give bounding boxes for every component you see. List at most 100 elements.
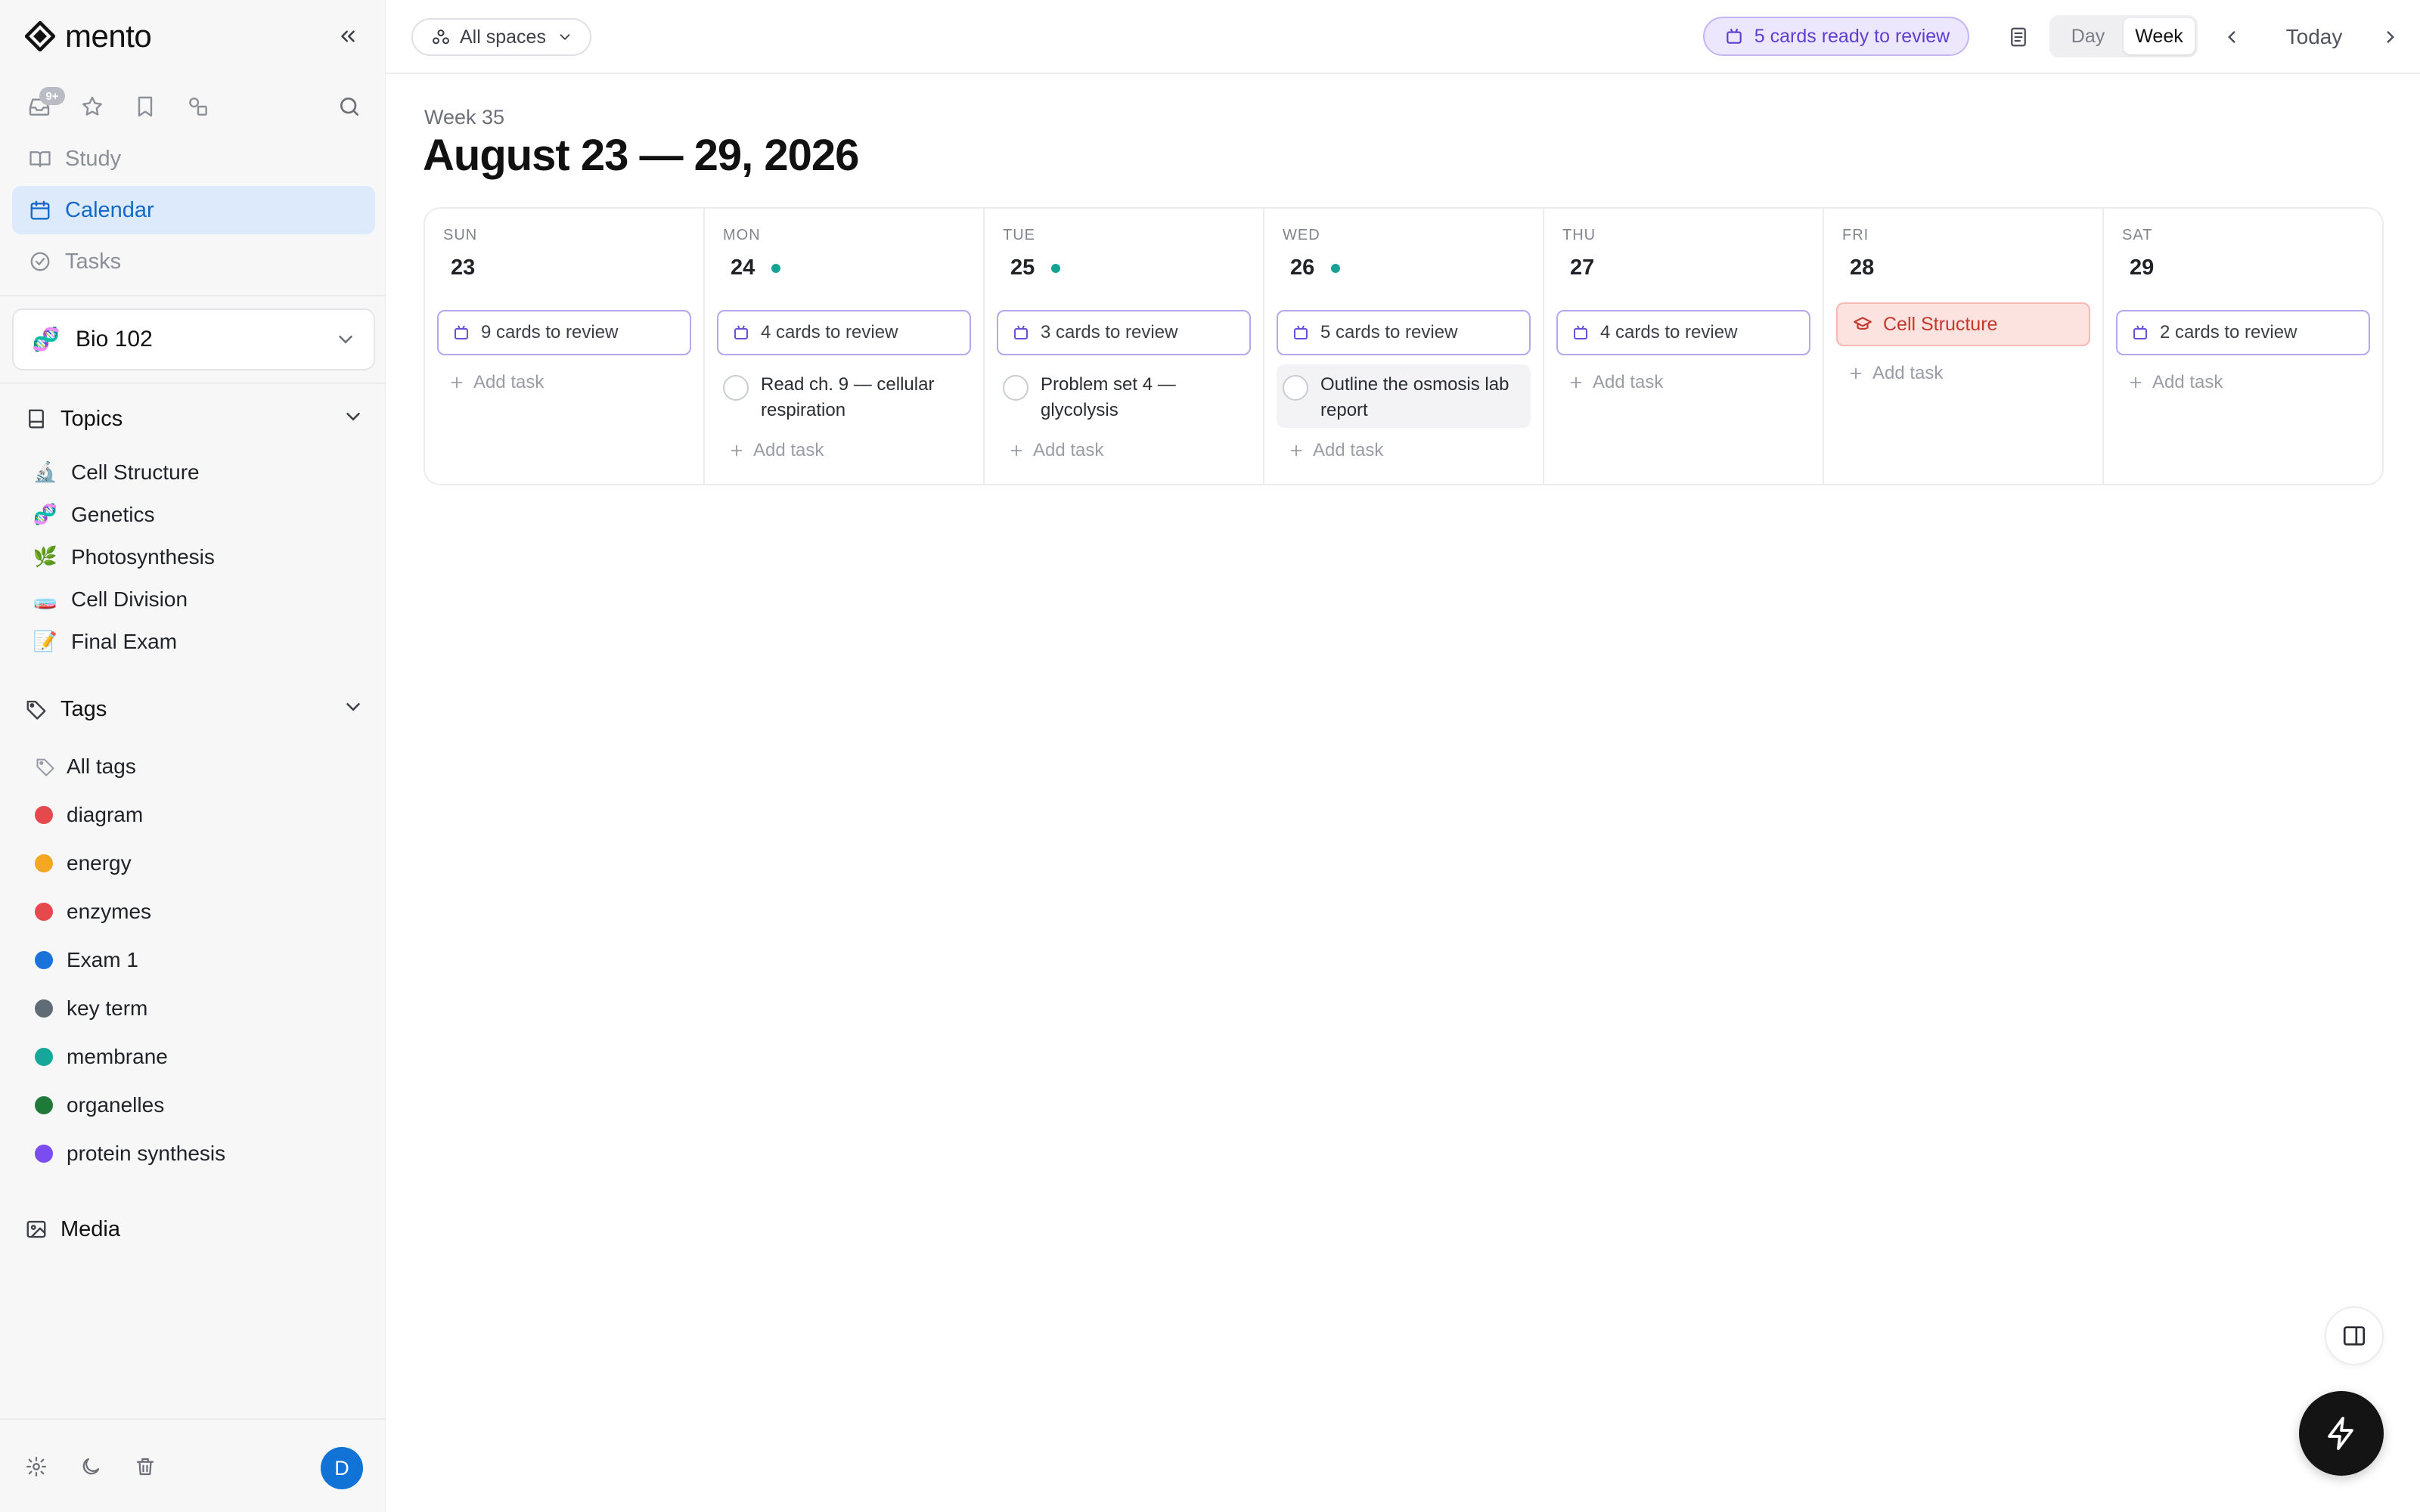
add-task-button[interactable]: Add task (1845, 360, 1943, 387)
task-checkbox[interactable] (723, 375, 749, 401)
tag-item[interactable]: membrane (35, 1037, 168, 1077)
tag-color-dot (35, 999, 53, 1018)
topic-item[interactable]: 🧬 Genetics (30, 496, 155, 534)
nav-calendar[interactable]: Calendar (12, 186, 375, 234)
avatar[interactable]: D (321, 1447, 363, 1489)
cards-icon (2130, 322, 2151, 343)
app-name: mento (65, 18, 152, 54)
day-number[interactable]: 26 (1290, 256, 1341, 280)
topic-item[interactable]: 📝 Final Exam (30, 623, 177, 661)
ready-to-review-button[interactable]: 5 cards ready to review (1703, 17, 1969, 56)
day-of-week: SAT (2122, 227, 2153, 243)
add-task-label: Add task (1593, 372, 1664, 392)
task-item[interactable]: Problem set 4 — glycolysis (997, 364, 1251, 428)
task-item[interactable]: Outline the osmosis lab report (1277, 364, 1531, 428)
view-day-tab[interactable]: Day (2052, 18, 2124, 54)
tag-item[interactable]: key term (35, 989, 147, 1028)
ready-to-review-label: 5 cards ready to review (1754, 25, 1950, 47)
day-number-label: 28 (1850, 256, 1875, 280)
task-indicator-dot (1051, 263, 1061, 273)
notes-icon[interactable] (2001, 20, 2036, 54)
add-task-button[interactable]: Add task (1565, 369, 1663, 396)
day-number[interactable]: 27 (1570, 256, 1594, 280)
media-item[interactable]: Media (23, 1210, 120, 1249)
topic-item[interactable]: 🧫 Cell Division (30, 581, 188, 618)
review-chip[interactable]: 4 cards to review (1556, 310, 1810, 355)
add-task-button[interactable]: Add task (2125, 369, 2223, 396)
toggle-panel-button[interactable] (2325, 1306, 2384, 1365)
add-task-button[interactable]: Add task (726, 437, 824, 464)
chevron-right-icon[interactable] (2373, 20, 2408, 54)
moon-icon[interactable] (76, 1452, 106, 1482)
add-task-button[interactable]: Add task (1286, 437, 1383, 464)
space-selector[interactable]: 🧬 Bio 102 (12, 308, 375, 370)
task-item[interactable]: Read ch. 9 — cellular respiration (717, 364, 971, 428)
week-grid: SUN 23 9 cards to review Add task MON 24… (424, 207, 2384, 485)
review-chip[interactable]: 5 cards to review (1277, 310, 1531, 355)
plus-icon (1286, 440, 1307, 461)
exam-event-chip[interactable]: Cell Structure (1836, 302, 2090, 346)
view-toggle: Day Week (2049, 15, 2198, 57)
all-tags-item[interactable]: All tags (33, 747, 136, 786)
day-number[interactable]: 29 (2130, 256, 2154, 280)
view-week-tab[interactable]: Week (2124, 18, 2195, 54)
search-icon[interactable] (333, 90, 366, 123)
topic-item[interactable]: 🔬 Cell Structure (30, 454, 200, 491)
day-number[interactable]: 24 (731, 256, 781, 280)
settings-gear-icon[interactable] (21, 1452, 51, 1482)
tag-color-dot (35, 1096, 53, 1114)
nav-tasks[interactable]: Tasks (12, 237, 375, 286)
nav-calendar-label: Calendar (65, 197, 154, 222)
day-of-week: THU (1562, 227, 1596, 243)
review-chip[interactable]: 3 cards to review (997, 310, 1251, 355)
tag-item[interactable]: energy (35, 844, 132, 883)
add-task-button[interactable]: Add task (446, 369, 544, 396)
topics-header[interactable]: Topics (23, 401, 365, 437)
day-number[interactable]: 25 (1010, 256, 1061, 280)
all-tags-label: All tags (67, 754, 136, 778)
day-of-week: MON (723, 227, 761, 243)
review-chip[interactable]: 2 cards to review (2116, 310, 2370, 355)
nav-study[interactable]: Study (12, 135, 375, 183)
review-chip-label: 2 cards to review (2160, 322, 2297, 342)
tag-item[interactable]: protein synthesis (35, 1134, 225, 1173)
add-task-label: Add task (1872, 363, 1944, 383)
tag-color-dot (35, 903, 53, 921)
tag-icon (23, 696, 50, 723)
all-spaces-dropdown[interactable]: All spaces (411, 18, 591, 56)
add-task-button[interactable]: Add task (1006, 437, 1103, 464)
topic-item[interactable]: 🌿 Photosynthesis (30, 538, 215, 576)
day-of-week: FRI (1842, 227, 1869, 243)
trash-icon[interactable] (130, 1452, 160, 1482)
tag-label: diagram (67, 803, 144, 826)
tag-item[interactable]: diagram (35, 795, 143, 835)
collapse-sidebar-icon[interactable] (331, 20, 365, 53)
task-checkbox[interactable] (1283, 375, 1308, 401)
review-chip[interactable]: 9 cards to review (437, 310, 691, 355)
star-icon[interactable] (76, 90, 109, 123)
page-title: August 23 — 29, 2026 (423, 131, 859, 180)
sidebar: mento 9+ Study Calendar Tasks 🧬 Bio 102 … (0, 0, 386, 1512)
review-chip-label: 9 cards to review (481, 322, 619, 342)
tag-item[interactable]: enzymes (35, 892, 151, 931)
task-checkbox[interactable] (1003, 375, 1028, 401)
chevron-left-icon[interactable] (2214, 20, 2249, 54)
shapes-icon[interactable] (182, 90, 215, 123)
plus-icon (1006, 440, 1027, 461)
tag-label: membrane (67, 1045, 168, 1068)
tag-item[interactable]: Exam 1 (35, 940, 138, 980)
plus-icon (2125, 372, 2146, 393)
topic-label: Cell Structure (71, 460, 200, 484)
tag-item[interactable]: organelles (35, 1086, 164, 1125)
add-task-label: Add task (1033, 440, 1104, 460)
day-number-label: 24 (731, 256, 755, 280)
review-chip[interactable]: 4 cards to review (717, 310, 971, 355)
bookmark-icon[interactable] (129, 90, 162, 123)
day-number[interactable]: 23 (451, 256, 475, 280)
day-number[interactable]: 28 (1850, 256, 1874, 280)
inbox-icon[interactable]: 9+ (23, 87, 65, 123)
tags-header[interactable]: Tags (23, 691, 365, 727)
quick-action-button[interactable] (2299, 1391, 2384, 1476)
sidebar-divider (0, 383, 386, 384)
today-button[interactable]: Today (2269, 20, 2360, 54)
